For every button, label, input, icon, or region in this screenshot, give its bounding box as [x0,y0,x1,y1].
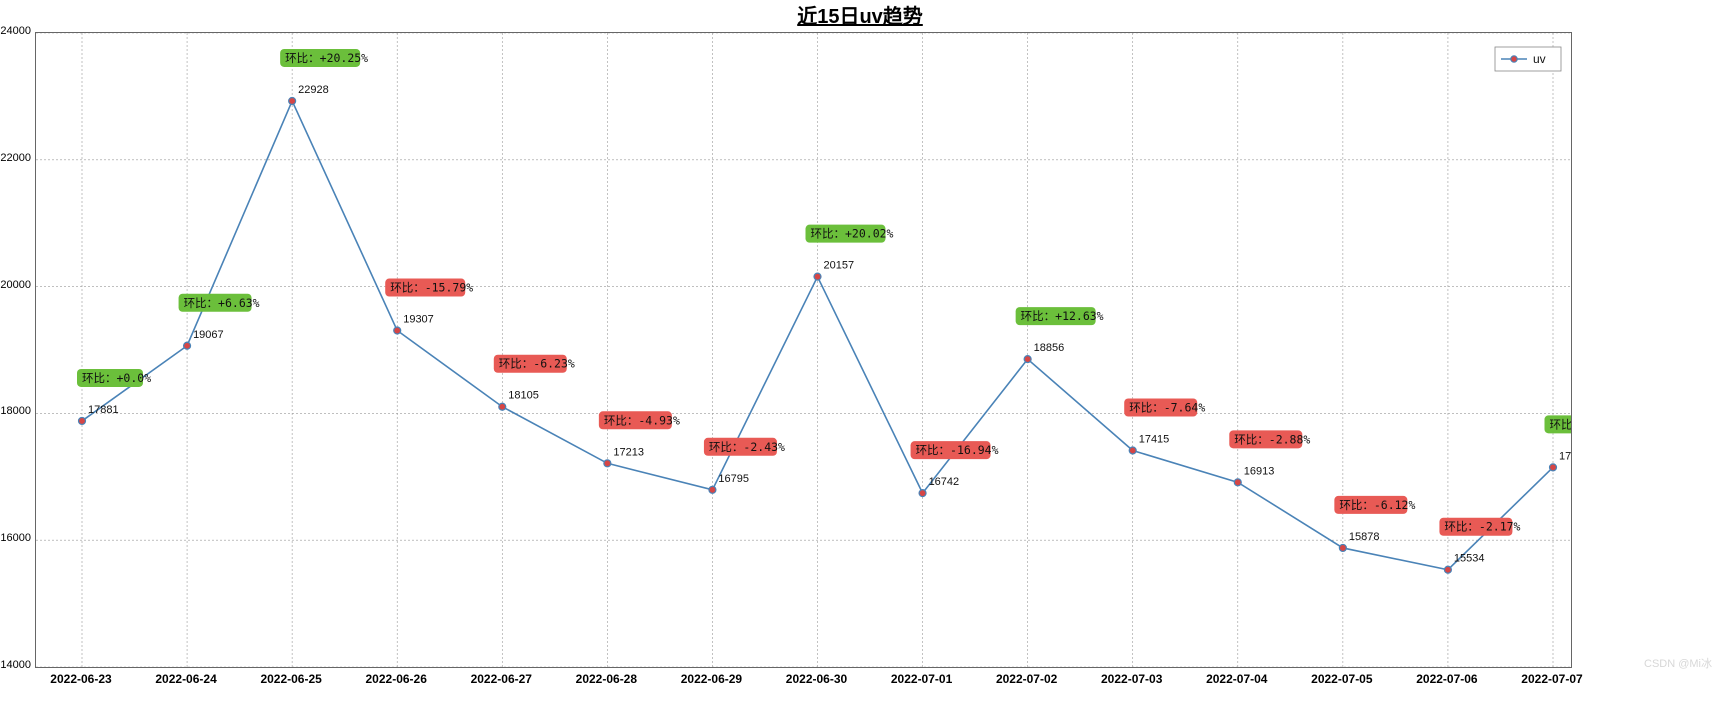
data-point [814,273,821,280]
plot-area: 17881 19067 22928 19307 18105 17213 16795 20157… [35,32,1572,668]
y-tick-label: 20000 [0,279,31,291]
value-label: 20157 [824,260,855,272]
value-label: 15878 [1349,531,1380,543]
pct-badge: 环比：+12.63% [1016,307,1104,325]
value-label: 16742 [929,476,960,488]
x-tick-label: 2022-07-06 [1416,672,1477,686]
value-label: 15534 [1454,553,1485,565]
svg-text:环比：+0.0%: 环比：+0.0% [82,371,151,385]
value-label: 18105 [508,390,539,402]
svg-text:环比：+12.63%: 环比：+12.63% [1021,309,1104,323]
pct-badge: 环比：+20.25% [280,49,368,67]
x-tick-label: 2022-06-27 [471,672,532,686]
svg-text:环比：-16.94%: 环比：-16.94% [916,443,999,457]
x-tick-label: 2022-06-28 [576,672,637,686]
chart-svg: 17881 19067 22928 19307 18105 17213 16795 20157… [36,33,1571,667]
data-point [1444,566,1451,573]
grid [36,33,1571,667]
pct-badge: 环比：+10.4% [1545,415,1572,433]
svg-text:环比：-4.93%: 环比：-4.93% [604,413,680,427]
value-label: 18856 [1034,342,1065,354]
pct-badge: 环比：-6.23% [494,355,575,373]
svg-text:环比：+10.4%: 环比：+10.4% [1550,417,1572,431]
svg-text:环比：-6.23%: 环比：-6.23% [499,357,575,371]
y-tick-label: 18000 [0,405,31,417]
x-tick-label: 2022-07-03 [1101,672,1162,686]
pct-badge: 环比：+20.02% [806,225,894,243]
x-tick-label: 2022-07-01 [891,672,952,686]
data-point [184,342,191,349]
data-point [289,97,296,104]
pct-badge: 环比：+6.63% [179,294,260,312]
data-point [1339,544,1346,551]
pct-badge: 环比：-6.12% [1334,496,1415,514]
value-label: 17213 [613,446,644,458]
chart-title: 近15日uv趋势 [797,0,923,29]
svg-text:环比：+20.02%: 环比：+20.02% [811,227,894,241]
y-tick-label: 22000 [0,152,31,164]
svg-text:环比：-6.12%: 环比：-6.12% [1339,498,1415,512]
svg-text:环比：+20.25%: 环比：+20.25% [285,51,368,65]
y-tick-label: 14000 [0,659,31,671]
watermark: CSDN @Mi冰 [1644,655,1712,671]
x-tick-label: 2022-06-26 [366,672,427,686]
svg-text:环比：-7.64%: 环比：-7.64% [1129,400,1205,414]
y-tick-label: 16000 [0,532,31,544]
series-line [82,101,1553,570]
x-tick-label: 2022-06-23 [50,672,111,686]
y-tick-label: 24000 [0,25,31,37]
svg-text:环比：+6.63%: 环比：+6.63% [184,296,260,310]
data-point [1129,447,1136,454]
pct-badge: 环比：-16.94% [911,441,999,459]
value-label: 22928 [298,84,329,96]
pct-badge: 环比：-2.43% [704,438,785,456]
data-point [1550,464,1557,471]
x-tick-label: 2022-07-05 [1311,672,1372,686]
value-label: 19307 [403,314,434,326]
pct-badge: 环比：-7.64% [1124,398,1205,416]
x-tick-label: 2022-07-04 [1206,672,1267,686]
value-label: 17415 [1139,433,1170,445]
svg-text:环比：-2.88%: 环比：-2.88% [1234,432,1310,446]
pct-badge: 环比：+0.0% [77,369,151,387]
svg-text:环比：-2.43%: 环比：-2.43% [709,440,785,454]
pct-badge: 环比：-15.79% [385,279,473,297]
data-point [79,417,86,424]
value-label: 17149 [1559,450,1571,462]
pct-badge: 环比：-2.17% [1439,518,1520,536]
chart-container: 近15日uv趋势 1788119067229281930718105172131… [0,0,1720,715]
x-tick-label: 2022-06-30 [786,672,847,686]
x-tick-label: 2022-06-25 [260,672,321,686]
legend-label: uv [1533,52,1546,66]
x-tick-label: 2022-07-07 [1521,672,1582,686]
x-tick-label: 2022-06-24 [155,672,216,686]
data-point [604,460,611,467]
value-label: 16795 [718,473,749,485]
x-tick-label: 2022-06-29 [681,672,742,686]
x-tick-label: 2022-07-02 [996,672,1057,686]
legend: uv [1495,47,1561,71]
data-point [394,327,401,334]
svg-text:环比：-2.17%: 环比：-2.17% [1444,520,1520,534]
data-point [1024,356,1031,363]
data-point [919,490,926,497]
value-label: 17881 [88,404,119,416]
data-point [1234,479,1241,486]
value-label: 16913 [1244,465,1275,477]
data-point [709,486,716,493]
pct-badge: 环比：-4.93% [599,411,680,429]
data-point [499,403,506,410]
value-label: 19067 [193,329,224,341]
svg-text:环比：-15.79%: 环比：-15.79% [390,281,473,295]
pct-badge: 环比：-2.88% [1229,430,1310,448]
